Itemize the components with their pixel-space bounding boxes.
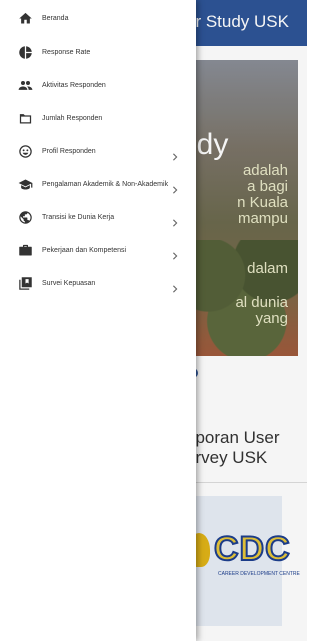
menu-item-survei-kepuasan[interactable]: Survei Kepuasan <box>0 267 196 300</box>
menu-item-label: Pekerjaan dan Kompetensi <box>42 247 127 254</box>
library-icon <box>17 276 33 292</box>
home-icon <box>17 10 33 26</box>
menu-item-label: Transisi ke Dunia Kerja <box>42 214 115 221</box>
menu-item-profil-responden[interactable]: Profil Responden <box>0 135 196 168</box>
menu-item-label: Response Rate <box>42 49 91 56</box>
menu-item-label: Profil Responden <box>42 148 96 155</box>
chevron-right-icon <box>171 280 179 293</box>
briefcase-icon <box>17 243 33 259</box>
menu-item-pekerjaan-kompetensi[interactable]: Pekerjaan dan Kompetensi <box>0 234 196 267</box>
chevron-right-icon <box>171 148 179 161</box>
navigation-drawer: Beranda Response Rate Aktivitas Responde… <box>0 0 196 641</box>
group-icon <box>17 78 33 94</box>
smile-icon <box>17 144 33 160</box>
menu-item-label: Survei Kepuasan <box>42 280 96 287</box>
graduation-cap-icon <box>17 177 33 193</box>
menu-item-aktivitas-responden[interactable]: Aktivitas Responden <box>0 69 196 102</box>
menu-item-beranda[interactable]: Beranda <box>0 0 196 36</box>
menu-item-response-rate[interactable]: Response Rate <box>0 36 196 69</box>
menu-item-label: Pengalaman Akademik & Non-Akademik <box>42 181 169 188</box>
menu-item-label: Jumlah Responden <box>42 115 103 122</box>
menu-item-pengalaman-akademik[interactable]: Pengalaman Akademik & Non-Akademik <box>0 168 196 201</box>
drawer-menu: Beranda Response Rate Aktivitas Responde… <box>0 0 196 300</box>
chevron-right-icon <box>171 181 179 194</box>
menu-item-label: Aktivitas Responden <box>42 82 106 89</box>
chevron-right-icon <box>171 214 179 227</box>
pie-chart-icon <box>17 45 33 61</box>
folder-icon <box>17 111 33 127</box>
chevron-right-icon <box>171 247 179 260</box>
menu-item-transisi-dunia-kerja[interactable]: Transisi ke Dunia Kerja <box>0 201 196 234</box>
globe-icon <box>17 210 33 226</box>
menu-item-label: Beranda <box>42 14 69 22</box>
menu-item-jumlah-responden[interactable]: Jumlah Responden <box>0 102 196 135</box>
